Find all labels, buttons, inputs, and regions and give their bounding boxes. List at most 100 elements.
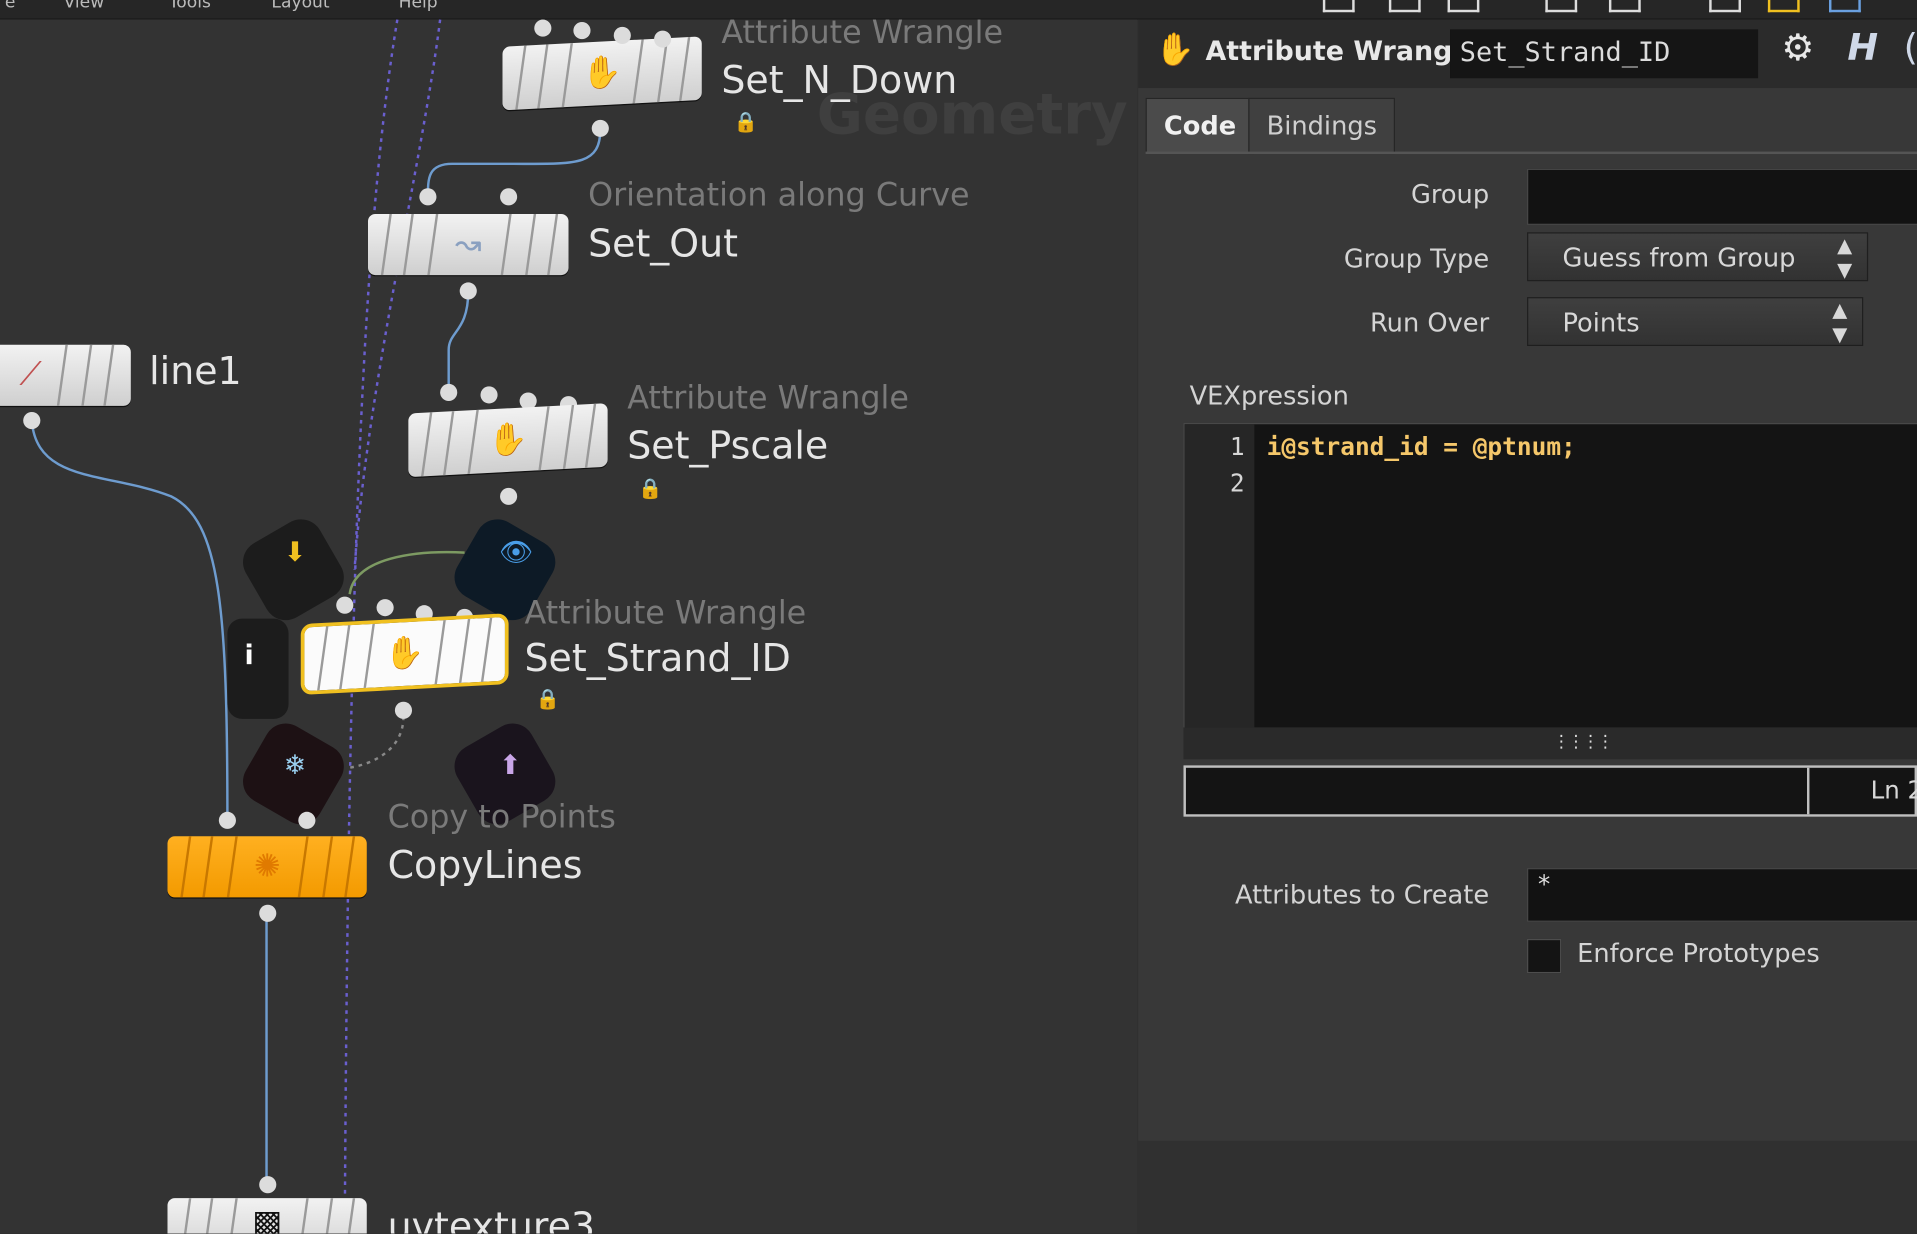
ring-info[interactable] — [227, 618, 289, 719]
parameter-panel: ✋ Attribute Wrangle Set_Strand_ID ⚙ H ( … — [1138, 19, 1917, 1141]
input-connector[interactable] — [480, 386, 498, 404]
parameter-header: ✋ Attribute Wrangle Set_Strand_ID ⚙ H ( — [1138, 19, 1917, 89]
code-line-1[interactable]: i@strand_id = @ptnum; — [1267, 432, 1576, 461]
line-number: 1 — [1229, 431, 1245, 461]
network-editor[interactable]: Geometry ✋ 🔒 Attribute Wrangle Set_N_Dow… — [0, 19, 1138, 1234]
group-type-dropdown[interactable]: Guess from Group ▲ ▼ — [1527, 232, 1869, 282]
node-type-title: Attribute Wrangle — [1205, 36, 1480, 68]
node-set-out[interactable]: ↝ — [368, 213, 569, 276]
lock-icon[interactable]: 🔒 — [535, 687, 559, 710]
menu-item-help[interactable]: Help — [399, 0, 438, 12]
vexpression-label: VEXpression — [1189, 381, 1349, 411]
output-connector[interactable] — [259, 904, 277, 922]
info-icon: i — [244, 640, 254, 672]
copy-points-icon: ✺ — [253, 848, 281, 886]
wrangle-icon: ✋ — [582, 53, 622, 93]
tab-bindings[interactable]: Bindings — [1248, 97, 1396, 155]
input-connector[interactable] — [613, 26, 631, 45]
attributes-to-create-label: Attributes to Create — [1234, 880, 1490, 910]
attributes-to-create-field[interactable]: * — [1527, 868, 1917, 922]
input-connector[interactable] — [415, 605, 433, 623]
toolbar-tool-icon[interactable] — [1322, 0, 1355, 13]
node-uvtexture3[interactable]: ▩ — [167, 1198, 367, 1234]
toolbar-tool-icon[interactable] — [1447, 0, 1480, 13]
eye-icon: 👁 — [498, 537, 533, 569]
input-connector[interactable] — [654, 30, 672, 48]
input-connector[interactable] — [259, 1176, 277, 1194]
node-set-strand-id[interactable]: ✋ — [300, 612, 509, 696]
line-number: 2 — [1229, 468, 1245, 498]
toolbar-tool-icon[interactable] — [1608, 0, 1641, 13]
wrangle-icon[interactable]: ✋ — [1155, 32, 1195, 69]
wrangle-icon: ✋ — [384, 634, 425, 674]
enforce-prototypes-label[interactable]: Enforce Prototypes — [1577, 939, 1820, 968]
input-connector[interactable] — [534, 19, 552, 37]
output-connector[interactable] — [23, 412, 41, 430]
menu-bar: e View Tools Layout Help — [0, 0, 1917, 20]
output-connector[interactable] — [459, 282, 477, 300]
input-connector[interactable] — [376, 599, 394, 617]
lock-icon[interactable]: 🔒 — [638, 477, 662, 500]
node-type-label: Attribute Wrangle — [627, 380, 909, 417]
input-connector[interactable] — [440, 383, 458, 402]
node-line1[interactable]: ⟋ — [0, 344, 131, 406]
arrow-up-icon: ⬆ — [498, 750, 522, 782]
toolbar-tool-icon[interactable] — [1545, 0, 1578, 13]
node-name-label[interactable]: Set_Strand_ID — [524, 637, 790, 681]
node-name-label[interactable]: CopyLines — [388, 844, 583, 888]
output-connector[interactable] — [500, 487, 518, 505]
tab-divider — [1145, 151, 1917, 155]
run-over-label: Run Over — [1369, 308, 1490, 338]
toolbar-tool-icon[interactable] — [1388, 0, 1421, 13]
node-name-label[interactable]: Set_N_Down — [721, 59, 957, 103]
info-icon[interactable]: ( — [1904, 27, 1917, 70]
menu-item-layout[interactable]: Layout — [271, 0, 329, 12]
node-name-label[interactable]: Set_Out — [588, 223, 738, 267]
wire — [30, 420, 229, 821]
input-connector[interactable] — [336, 596, 354, 614]
node-name-field[interactable]: Set_Strand_ID — [1450, 29, 1759, 79]
node-type-label: Copy to Points — [387, 799, 616, 837]
run-over-dropdown[interactable]: Points ▲ ▼ — [1527, 297, 1864, 346]
grip-icon: ⋮⋮⋮⋮ — [1552, 732, 1614, 752]
snowflake-icon: ❄ — [283, 750, 307, 782]
node-copylines[interactable]: ✺ — [167, 836, 367, 898]
wire — [447, 290, 470, 393]
group-field[interactable] — [1527, 168, 1917, 225]
lock-icon[interactable]: 🔒 — [734, 110, 758, 133]
editor-resize-handle[interactable]: ⋮⋮⋮⋮ — [1183, 727, 1917, 760]
node-set-pscale[interactable]: ✋ — [408, 403, 608, 478]
toolbar-tool-icon[interactable] — [1709, 0, 1741, 13]
menu-item-tools[interactable]: Tools — [169, 0, 211, 12]
toolbar-tool-icon[interactable] — [1767, 0, 1800, 13]
output-connector[interactable] — [394, 701, 413, 719]
input-connector[interactable] — [298, 811, 316, 829]
wire — [426, 129, 602, 197]
line-icon: ⟋ — [19, 356, 42, 394]
menu-item[interactable]: e — [5, 0, 16, 12]
checker-icon: ▩ — [252, 1204, 283, 1234]
input-connector[interactable] — [500, 188, 518, 206]
wire — [348, 551, 465, 595]
node-name-label[interactable]: Set_Pscale — [627, 424, 828, 468]
help-icon[interactable]: H — [1847, 27, 1878, 70]
wrangle-icon: ✋ — [488, 420, 528, 460]
node-name-label[interactable]: uvtexture3 — [388, 1205, 595, 1233]
line-number-gutter: 1 2 — [1184, 424, 1255, 728]
node-name-label[interactable]: line1 — [149, 350, 242, 394]
input-connector[interactable] — [573, 22, 591, 40]
tab-code[interactable]: Code — [1145, 97, 1255, 155]
run-over-value: Points — [1562, 308, 1640, 338]
menu-item-view[interactable]: View — [64, 0, 105, 12]
cursor-position: Ln 2 — [1870, 775, 1917, 805]
input-connector[interactable] — [218, 811, 236, 829]
node-type-label: Attribute Wrangle — [721, 19, 1004, 52]
gear-icon[interactable]: ⚙ — [1781, 27, 1814, 70]
input-connector[interactable] — [419, 188, 437, 206]
enforce-prototypes-checkbox[interactable] — [1527, 938, 1562, 974]
output-connector[interactable] — [591, 119, 609, 137]
node-set-n-down[interactable]: ✋ — [502, 36, 702, 111]
vex-code-editor[interactable]: 1 2 i@strand_id = @ptnum; — [1183, 423, 1917, 729]
toolbar-tool-icon[interactable] — [1829, 0, 1861, 13]
wire — [348, 716, 405, 770]
